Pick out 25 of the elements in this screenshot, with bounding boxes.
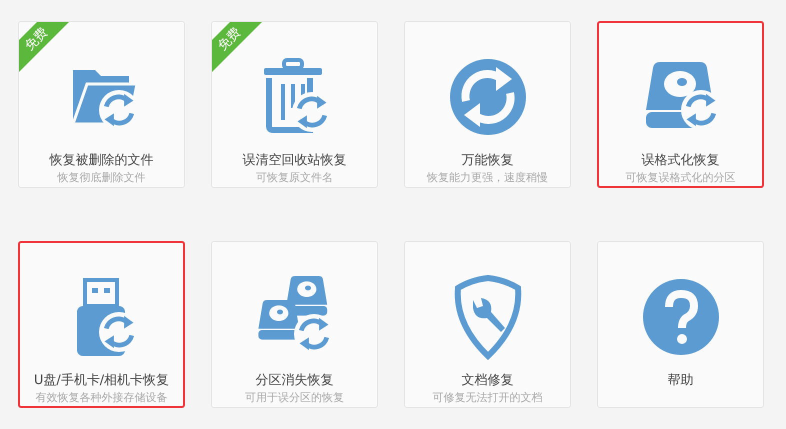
recovery-option-card[interactable]: 文档修复 可修复无法打开的文档 — [404, 240, 571, 408]
option-description: 可恢复原文件名 — [256, 170, 333, 185]
option-title: 万能恢复 — [462, 152, 514, 169]
option-title: U盘/手机卡/相机卡恢复 — [34, 372, 170, 388]
option-title: 恢复被删除的文件 — [50, 152, 154, 169]
recovery-option-card[interactable]: 免费 恢复被删除的文件 恢复彻底删除文件 — [18, 21, 185, 188]
recovery-option-card[interactable]: 免费 误清空回收站恢复 可恢复原文件名 — [211, 21, 378, 188]
free-ribbon: 免费 — [212, 22, 263, 73]
recovery-option-card[interactable]: 误格式化恢复 可恢复误格式化的分区 — [597, 21, 764, 188]
option-title: 误清空回收站恢复 — [242, 152, 346, 169]
option-title: 误格式化恢复 — [642, 152, 720, 169]
recovery-option-card[interactable]: 万能恢复 恢复能力更强，速度稍慢 — [404, 21, 571, 188]
recovery-option-card[interactable]: 帮助 — [597, 240, 764, 408]
option-description: 恢复能力更强，速度稍慢 — [427, 170, 548, 185]
recovery-option-card[interactable]: U盘/手机卡/相机卡恢复 有效恢复各种外接存储设备 — [18, 240, 185, 408]
recovery-option-card[interactable]: 分区消失恢复 可用于误分区的恢复 — [211, 240, 378, 408]
free-ribbon: 免费 — [19, 22, 70, 73]
option-description: 可用于误分区的恢复 — [245, 390, 344, 404]
option-description: 可恢复误格式化的分区 — [626, 170, 736, 185]
option-title: 文档修复 — [462, 372, 514, 388]
option-title: 帮助 — [668, 372, 694, 388]
option-description: 可修复无法打开的文档 — [432, 390, 542, 404]
option-description: 有效恢复各种外接存储设备 — [36, 390, 168, 404]
option-description: 恢复彻底删除文件 — [58, 170, 146, 185]
option-title: 分区消失恢复 — [256, 372, 334, 388]
